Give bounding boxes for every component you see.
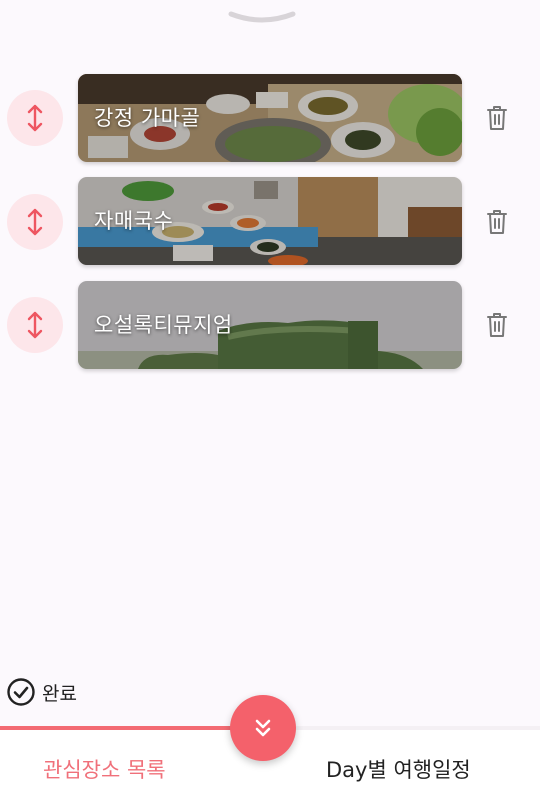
vertical-arrows-icon: [27, 104, 43, 132]
delete-place-button[interactable]: [480, 101, 514, 135]
trash-icon: [487, 106, 507, 130]
tab-daily-itinerary[interactable]: Day별 여행일정: [326, 754, 471, 784]
complete-label: 완료: [42, 682, 77, 705]
vertical-arrows-icon: [27, 208, 43, 236]
place-row: 강정 가마골: [0, 73, 540, 163]
vertical-arrows-icon: [27, 311, 43, 339]
sheet-handle-icon[interactable]: [228, 9, 296, 27]
reorder-handle-button[interactable]: [7, 90, 63, 146]
trash-icon: [487, 210, 507, 234]
place-row: 자매국수: [0, 176, 540, 266]
trash-icon: [487, 313, 507, 337]
complete-button[interactable]: 완료: [6, 677, 77, 707]
delete-place-button[interactable]: [480, 205, 514, 239]
place-card[interactable]: 오설록티뮤지엄: [78, 281, 462, 369]
place-card[interactable]: 강정 가마골: [78, 74, 462, 162]
delete-place-button[interactable]: [480, 308, 514, 342]
collapse-sheet-button[interactable]: [230, 695, 296, 761]
reorder-handle-button[interactable]: [7, 194, 63, 250]
place-card[interactable]: 자매국수: [78, 177, 462, 265]
double-chevron-down-icon: [255, 719, 271, 737]
place-name: 오설록티뮤지엄: [94, 313, 233, 337]
place-name: 강정 가마골: [94, 106, 201, 130]
reorder-handle-button[interactable]: [7, 297, 63, 353]
tab-interest-places[interactable]: 관심장소 목록: [43, 754, 166, 784]
check-circle-icon: [7, 678, 35, 706]
place-row: 오설록티뮤지엄: [0, 280, 540, 370]
tab-progress-fill: [0, 726, 238, 730]
place-name: 자매국수: [94, 209, 174, 233]
